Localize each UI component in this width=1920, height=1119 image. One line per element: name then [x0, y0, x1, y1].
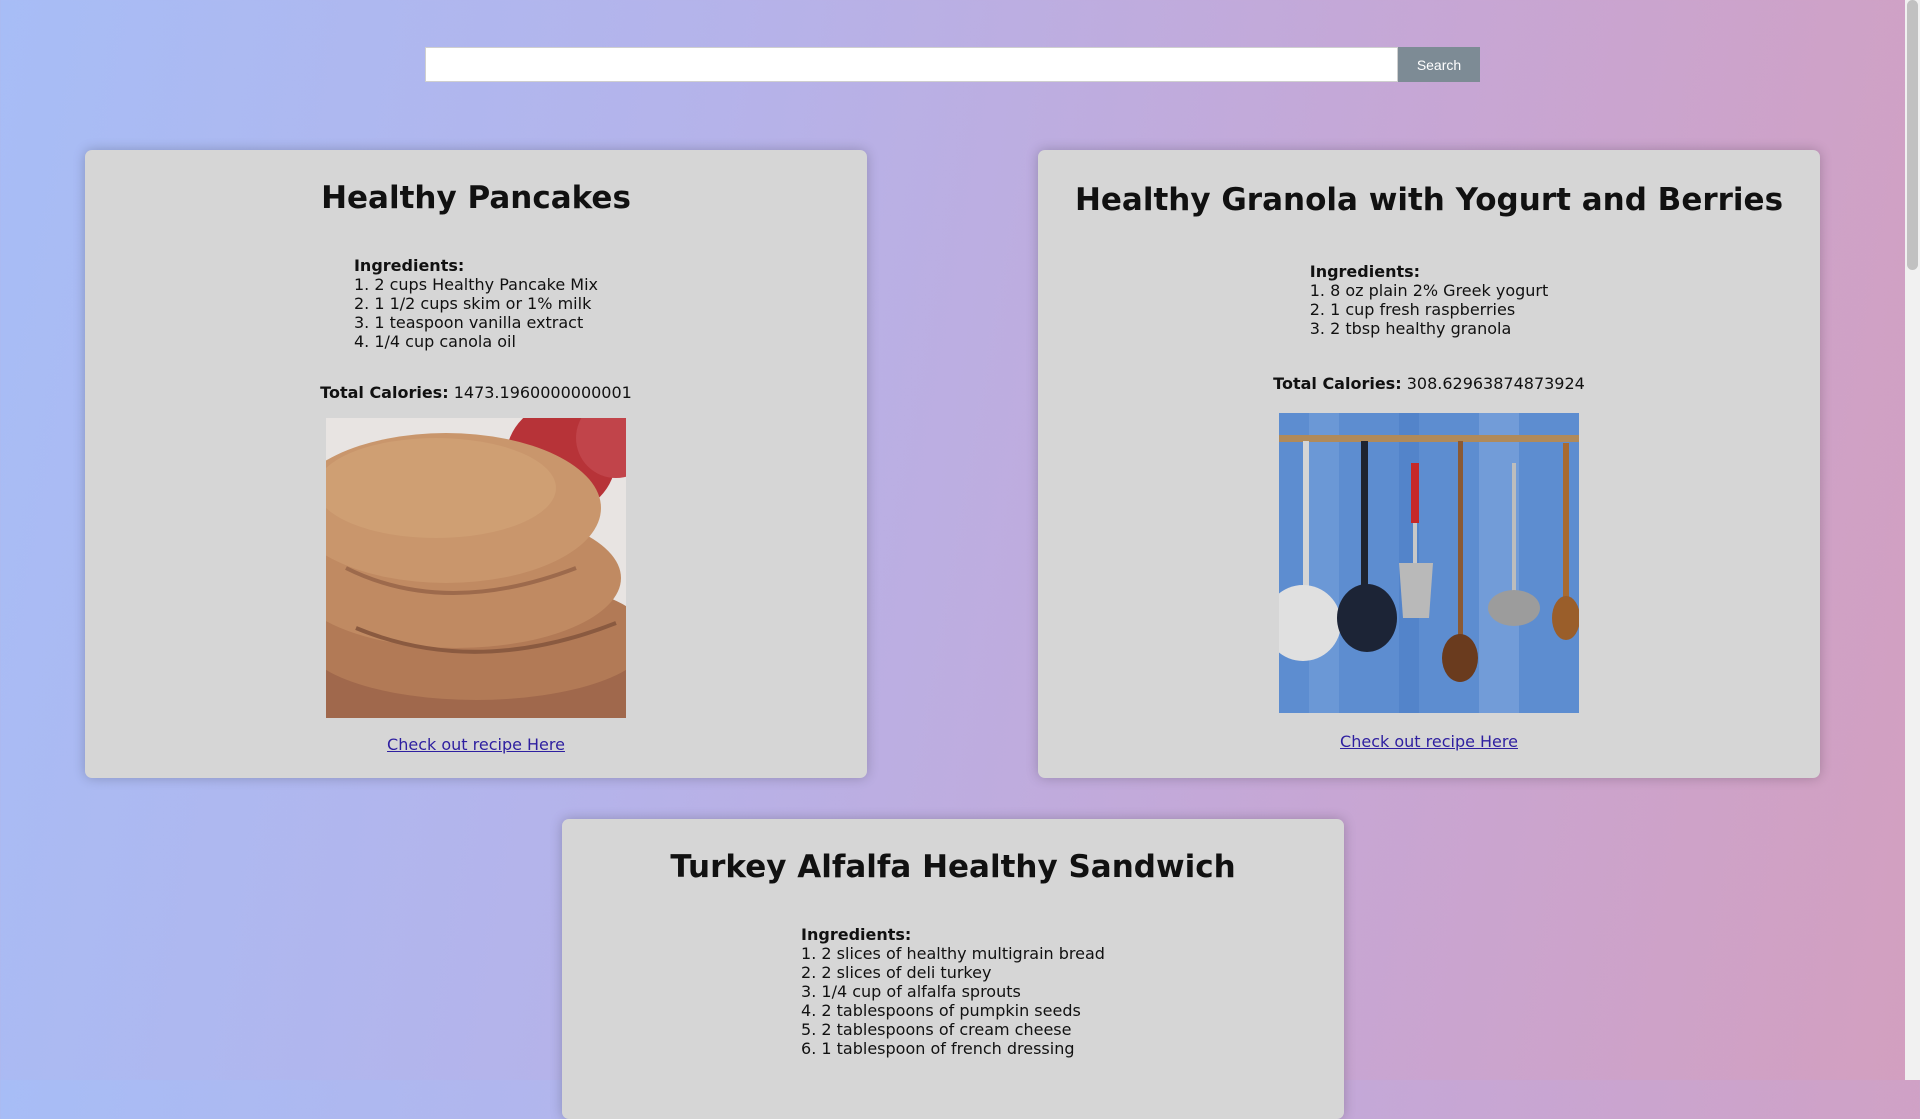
ingredient-item: 2 slices of healthy multigrain bread — [801, 944, 1105, 963]
ingredient-item: 1 tablespoon of french dressing — [801, 1039, 1105, 1058]
ingredients-heading: Ingredients: — [353, 256, 465, 275]
recipe-card: Turkey Alfalfa Healthy Sandwich Ingredie… — [562, 819, 1344, 1119]
utensils-photo — [1279, 413, 1579, 713]
scrollbar-thumb[interactable] — [1907, 0, 1918, 270]
recipe-card: Healthy Granola with Yogurt and Berries … — [1038, 150, 1820, 778]
ingredient-item: 1 teaspoon vanilla extract — [354, 313, 598, 332]
recipe-link[interactable]: Check out recipe Here — [85, 735, 867, 754]
total-calories: Total Calories: 308.62963874873924 — [1038, 374, 1820, 393]
search-button[interactable]: Search — [1398, 47, 1480, 82]
calories-label: Total Calories: — [320, 383, 449, 402]
ingredient-item: 2 tablespoons of cream cheese — [801, 1020, 1105, 1039]
total-calories: Total Calories: 1473.1960000000001 — [85, 383, 867, 402]
search-input[interactable] — [425, 47, 1398, 82]
ingredients-section: Ingredients: 2 cups Healthy Pancake Mix … — [85, 256, 867, 351]
calories-label: Total Calories: — [1273, 374, 1402, 393]
ingredients-list: 2 slices of healthy multigrain bread 2 s… — [801, 944, 1105, 1058]
ingredient-item: 1 1/2 cups skim or 1% milk — [354, 294, 598, 313]
ingredient-item: 1/4 cup canola oil — [354, 332, 598, 351]
ingredients-list: 2 cups Healthy Pancake Mix 1 1/2 cups sk… — [354, 275, 598, 351]
recipe-title: Turkey Alfalfa Healthy Sandwich — [670, 849, 1236, 885]
ingredient-item: 2 tablespoons of pumpkin seeds — [801, 1001, 1105, 1020]
ingredient-item: 8 oz plain 2% Greek yogurt — [1310, 281, 1548, 300]
ingredients-heading: Ingredients: — [1309, 262, 1421, 281]
ingredients-section: Ingredients: 2 slices of healthy multigr… — [562, 925, 1344, 1058]
ingredients-list: 8 oz plain 2% Greek yogurt 1 cup fresh r… — [1310, 281, 1549, 338]
pancakes-photo — [326, 418, 626, 718]
calories-value: 308.62963874873924 — [1406, 374, 1585, 393]
ingredient-item: 1 cup fresh raspberries — [1310, 300, 1549, 319]
ingredients-section: Ingredients: 8 oz plain 2% Greek yogurt … — [1038, 262, 1820, 338]
ingredients-heading: Ingredients: — [801, 925, 912, 944]
ingredient-item: 2 slices of deli turkey — [801, 963, 1105, 982]
scrollbar[interactable] — [1905, 0, 1920, 1080]
search-bar: Search — [425, 47, 1480, 82]
recipe-card: Healthy Pancakes Ingredients: 2 cups Hea… — [85, 150, 867, 778]
calories-value: 1473.1960000000001 — [453, 383, 632, 402]
recipe-link[interactable]: Check out recipe Here — [1038, 732, 1820, 751]
ingredient-item: 2 cups Healthy Pancake Mix — [354, 275, 598, 294]
ingredient-item: 2 tbsp healthy granola — [1310, 319, 1549, 338]
recipe-title: Healthy Pancakes — [321, 180, 631, 216]
ingredient-item: 1/4 cup of alfalfa sprouts — [801, 982, 1105, 1001]
recipe-title: Healthy Granola with Yogurt and Berries — [1074, 182, 1784, 218]
